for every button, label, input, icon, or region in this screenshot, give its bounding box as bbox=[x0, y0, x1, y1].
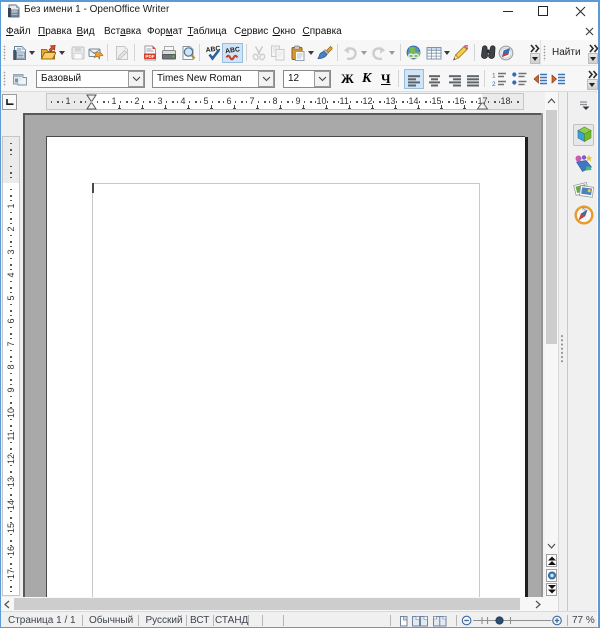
svg-text:ABC: ABC bbox=[206, 45, 221, 54]
svg-text:2: 2 bbox=[492, 81, 496, 87]
svg-text:N: N bbox=[582, 207, 585, 212]
svg-text:PDF: PDF bbox=[145, 54, 154, 59]
svg-text:1: 1 bbox=[492, 73, 496, 80]
svg-text:ABC: ABC bbox=[225, 46, 240, 55]
